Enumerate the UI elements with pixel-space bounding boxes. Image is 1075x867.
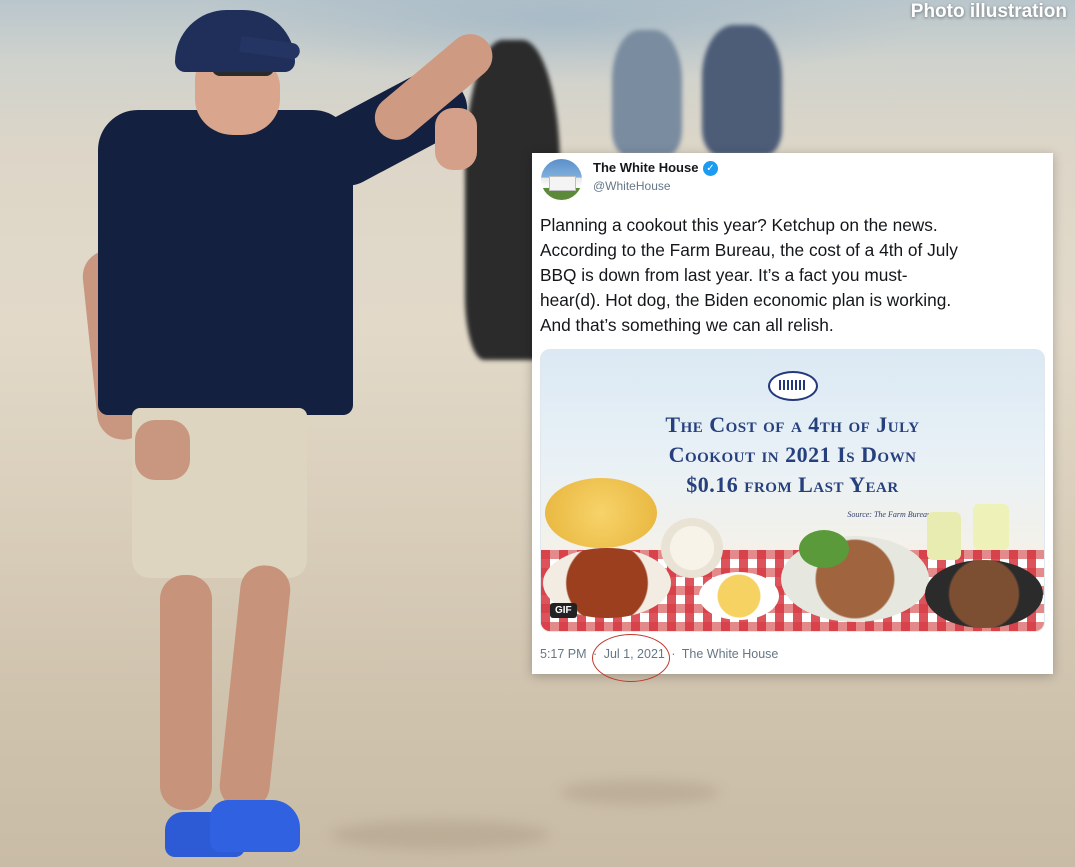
author-handle[interactable]: @WhiteHouse	[593, 179, 671, 193]
left-hand	[135, 420, 190, 480]
right-leg	[217, 563, 293, 812]
ice-cream-bowl	[661, 518, 723, 578]
tweet-text-line: Planning a cookout this year? Ketchup on…	[540, 215, 938, 235]
date-highlight-circle	[592, 634, 670, 682]
ground-beef-skillet	[925, 560, 1043, 628]
gif-badge: GIF	[550, 603, 577, 618]
tweet-source[interactable]: The White House	[682, 647, 779, 661]
salad	[799, 530, 849, 568]
blue-sneaker	[210, 800, 300, 852]
potato-chips-bowl	[545, 478, 657, 548]
lemonade-jar	[927, 512, 961, 560]
tweet-text: Planning a cookout this year? Ketchup on…	[540, 213, 1046, 338]
sand-shadow	[560, 780, 720, 805]
lemonade-jar	[973, 504, 1009, 550]
white-house-avatar[interactable]	[541, 159, 582, 200]
tweet-media-gif[interactable]: The Cost of a 4th of July Cookout in 202…	[540, 349, 1045, 632]
background-person	[702, 25, 782, 155]
photo-illustration-label: Photo illustration	[910, 1, 1067, 22]
white-house-emblem-icon	[768, 371, 818, 401]
man-on-beach	[80, 0, 502, 867]
author-name[interactable]: The White House	[593, 160, 698, 175]
media-heading-line: Cookout in 2021 Is Down	[668, 442, 917, 467]
tweet-text-line: BBQ is down from last year. It’s a fact …	[540, 265, 908, 285]
tweet-text-line: hear(d). Hot dog, the Biden economic pla…	[540, 290, 952, 310]
media-heading-line: The Cost of a 4th of July	[665, 412, 920, 437]
tweet-card[interactable]: The White House ✓ @WhiteHouse Planning a…	[532, 153, 1053, 674]
thumbs-up-hand	[435, 108, 477, 170]
left-leg	[160, 575, 212, 810]
tweet-text-line: And that’s something we can all relish.	[540, 315, 834, 335]
separator-dot: ·	[671, 647, 676, 661]
white-house-building-icon	[549, 176, 576, 191]
cheese-plate	[699, 572, 779, 620]
background-person	[612, 30, 682, 155]
verified-badge-icon: ✓	[703, 161, 718, 176]
tweet-time[interactable]: 5:17 PM	[540, 647, 587, 661]
tweet-text-line: According to the Farm Bureau, the cost o…	[540, 240, 958, 260]
